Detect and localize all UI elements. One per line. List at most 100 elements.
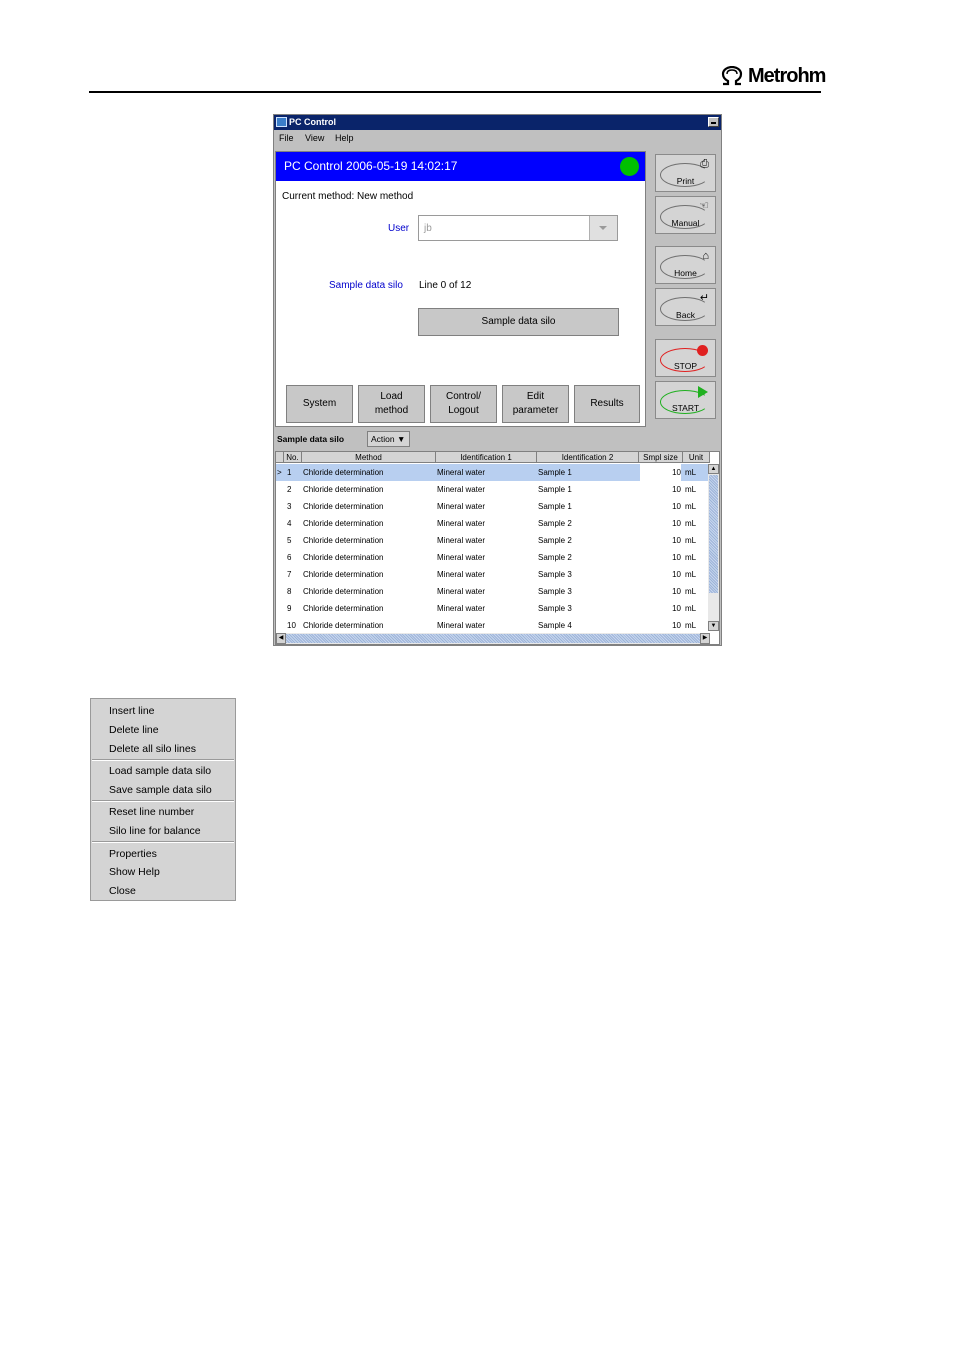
user-label: User: [388, 223, 410, 234]
scroll-up-icon[interactable]: ▲: [708, 464, 719, 474]
table-row[interactable]: 6 Chloride determination Mineral water Samp…: [276, 549, 710, 566]
cell-method: Chloride determination: [303, 485, 384, 494]
table-row[interactable]: 2 Chloride determination Mineral water Samp…: [276, 481, 710, 498]
status-indicator: [620, 157, 639, 176]
menu-properties[interactable]: Properties: [109, 848, 157, 860]
manual-button[interactable]: ☜ Manual: [655, 196, 716, 234]
start-button[interactable]: START: [655, 381, 716, 419]
print-button[interactable]: ⎙ Print: [655, 154, 716, 192]
menu-load-sample-data-silo[interactable]: Load sample data silo: [109, 765, 211, 777]
minimize-button[interactable]: [708, 117, 719, 127]
table-row[interactable]: 4 Chloride determination Mineral water Samp…: [276, 515, 710, 532]
brand-logo: Metrohm: [720, 63, 826, 89]
menu-file[interactable]: File: [279, 130, 294, 147]
cell-id2: Sample 3: [538, 604, 572, 613]
table-row[interactable]: 7 Chloride determination Mineral water Samp…: [276, 566, 710, 583]
horizontal-scrollbar[interactable]: ◀ ▶: [276, 633, 710, 644]
col-method[interactable]: Method: [302, 452, 436, 463]
tab-results[interactable]: Results: [574, 385, 640, 423]
menu-save-sample-data-silo[interactable]: Save sample data silo: [109, 784, 212, 796]
menu-bar: File View Help: [274, 130, 721, 147]
col-unit[interactable]: Unit: [683, 452, 710, 463]
cell-unit: mL: [685, 570, 697, 579]
row-selection-marker: >: [277, 468, 282, 477]
table-row[interactable]: 8 Chloride determination Mineral water Samp…: [276, 583, 710, 600]
action-button[interactable]: Action ▼: [367, 431, 410, 447]
menu-separator: [92, 759, 234, 761]
cell-id2: Sample 2: [538, 553, 572, 562]
cell-method: Chloride determination: [303, 570, 384, 579]
h-scroll-thumb[interactable]: [286, 634, 700, 643]
cell-id2: Sample 1: [538, 468, 572, 477]
cell-no: 9: [287, 604, 292, 613]
menu-silo-line-for-balance[interactable]: Silo line for balance: [109, 825, 201, 837]
cell-unit: mL: [685, 519, 697, 528]
scroll-right-icon[interactable]: ▶: [700, 633, 710, 644]
cell-size: 10: [672, 587, 681, 596]
table-row[interactable]: 10 Chloride determination Mineral water Sam…: [276, 617, 710, 634]
table-row[interactable]: 9 Chloride determination Mineral water Samp…: [276, 600, 710, 617]
cell-size: 10: [672, 485, 681, 494]
table-row[interactable]: 3 Chloride determination Mineral water Samp…: [276, 498, 710, 515]
cell-no: 8: [287, 587, 292, 596]
omega-icon: [721, 66, 743, 86]
tab-load-method[interactable]: Load method: [358, 385, 425, 423]
silo-bar: Sample data silo Action ▼: [274, 429, 721, 451]
tab-edit-label-2: parameter: [512, 405, 559, 416]
sample-data-silo-button[interactable]: Sample data silo: [418, 308, 619, 336]
menu-view[interactable]: View: [305, 130, 324, 147]
scroll-down-icon[interactable]: ▼: [708, 621, 719, 631]
tab-load-label-2: method: [374, 405, 409, 416]
cell-id1: Mineral water: [437, 621, 486, 630]
menu-reset-line-number[interactable]: Reset line number: [109, 806, 194, 818]
menu-delete-line[interactable]: Delete line: [109, 724, 159, 736]
silo-bar-title: Sample data silo: [277, 434, 345, 444]
cell-method: Chloride determination: [303, 468, 384, 477]
cell-size: 10: [672, 519, 681, 528]
cell-id2: Sample 3: [538, 587, 572, 596]
tab-system[interactable]: System: [286, 385, 353, 423]
table-row[interactable]: >1 Chloride determination Mineral water Sam…: [276, 464, 710, 481]
user-combo[interactable]: jb: [418, 215, 618, 241]
hand-icon: ☜: [699, 200, 709, 212]
cell-id1: Mineral water: [437, 519, 486, 528]
col-no[interactable]: No.: [284, 452, 302, 463]
col-id2[interactable]: Identification 2: [537, 452, 639, 463]
menu-insert-line[interactable]: Insert line: [109, 705, 155, 717]
start-label: START: [671, 403, 700, 413]
menu-separator: [92, 800, 234, 802]
menu-show-help[interactable]: Show Help: [109, 866, 160, 878]
chevron-down-icon[interactable]: [589, 216, 617, 240]
back-button[interactable]: ↵ Back: [655, 288, 716, 326]
menu-delete-all-silo-lines[interactable]: Delete all silo lines: [109, 743, 196, 755]
cell-id2: Sample 4: [538, 621, 572, 630]
cell-no: 6: [287, 553, 292, 562]
col-size[interactable]: Smpl size: [639, 452, 683, 463]
scroll-thumb[interactable]: [709, 475, 718, 593]
cell-size: 10: [640, 464, 681, 481]
cell-no: 2: [287, 485, 292, 494]
stop-button[interactable]: STOP: [655, 339, 716, 377]
tab-control-logout[interactable]: Control/Logout: [430, 385, 497, 423]
app-icon: [276, 117, 287, 127]
window-title: PC Control: [289, 117, 336, 127]
vertical-scrollbar[interactable]: ▲ ▼: [708, 464, 719, 631]
col-id1[interactable]: Identification 1: [436, 452, 537, 463]
cell-size: 10: [672, 570, 681, 579]
menu-close[interactable]: Close: [109, 885, 136, 897]
home-button[interactable]: ⌂ Home: [655, 246, 716, 284]
cell-id2: Sample 2: [538, 519, 572, 528]
cell-unit: mL: [685, 553, 697, 562]
cell-size: 10: [672, 553, 681, 562]
table-row[interactable]: 5 Chloride determination Mineral water Samp…: [276, 532, 710, 549]
table-header: No. Method Identification 1 Identificati…: [276, 452, 710, 463]
tab-edit-parameter[interactable]: Edit parameter: [502, 385, 569, 423]
scroll-left-icon[interactable]: ◀: [276, 633, 286, 644]
silo-table: No. Method Identification 1 Identificati…: [275, 451, 720, 645]
home-icon: ⌂: [702, 250, 709, 262]
cell-id1: Mineral water: [437, 570, 486, 579]
menu-help[interactable]: Help: [335, 130, 354, 147]
user-value: jb: [424, 223, 432, 234]
menu-separator: [92, 841, 234, 843]
cell-no: 3: [287, 502, 292, 511]
